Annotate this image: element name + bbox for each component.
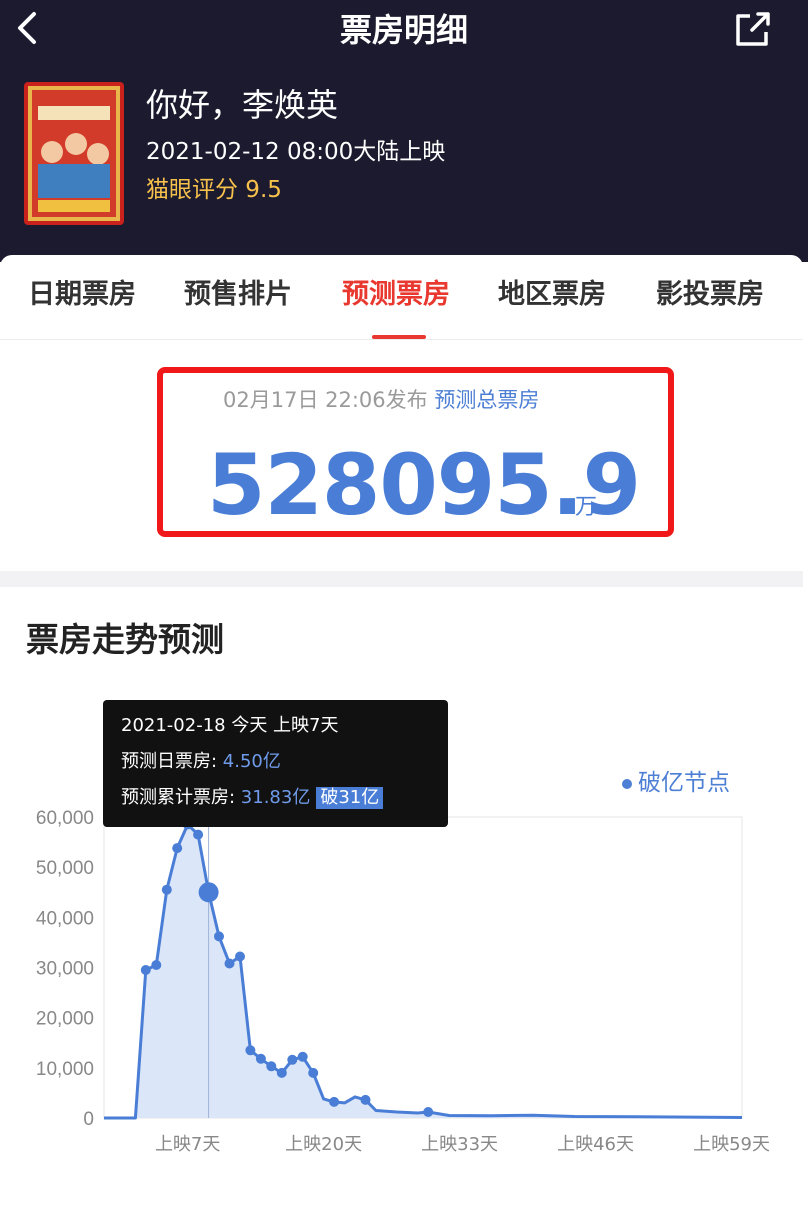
publish-time: 02月17日 22:06发布	[223, 388, 428, 412]
tooltip-daily: 预测日票房: 4.50亿	[121, 750, 281, 774]
data-point	[276, 1067, 287, 1078]
data-point	[255, 1053, 266, 1064]
data-point	[245, 1045, 256, 1056]
y-tick-label: 10,000	[36, 1059, 94, 1080]
tooltip-badge: 破31亿	[316, 787, 384, 809]
x-tick-label: 上映20天	[285, 1134, 362, 1155]
forecast-total-link[interactable]: 预测总票房	[434, 388, 539, 412]
tab-daily-box-office[interactable]: 日期票房	[28, 277, 136, 313]
tooltip-date: 2021-02-18 今天 上映7天	[121, 715, 339, 736]
data-point	[266, 1061, 277, 1072]
rating: 猫眼评分 9.5	[146, 177, 282, 203]
tooltip-cum-label: 预测累计票房:	[121, 787, 241, 808]
series-area	[104, 824, 742, 1118]
data-point	[287, 1054, 298, 1065]
tooltip-daily-value: 4.50亿	[222, 751, 281, 772]
y-tick-label: 40,000	[36, 908, 94, 929]
tab-forecast[interactable]: 预测票房	[342, 277, 450, 313]
legend-dot-icon	[622, 778, 632, 789]
share-external-icon[interactable]	[730, 8, 774, 48]
section-divider	[0, 571, 803, 587]
chart-tooltip: 2021-02-18 今天 上映7天 预测日票房: 4.50亿 预测累计票房: …	[103, 700, 448, 827]
trend-title: 票房走势预测	[26, 620, 224, 659]
header: 票房明细 你好，李焕英 2021-02-12 08:00大陆上映 猫眼评分 9.…	[0, 0, 808, 262]
data-point	[224, 958, 235, 969]
publish-line: 02月17日 22:06发布 预测总票房	[223, 385, 539, 415]
data-point	[198, 882, 219, 903]
tooltip-daily-label: 预测日票房:	[121, 751, 223, 772]
data-point	[297, 1051, 308, 1062]
y-tick-label: 60,000	[36, 808, 94, 829]
tab-region[interactable]: 地区票房	[498, 277, 606, 313]
forecast-highlight-box: 02月17日 22:06发布 预测总票房 528095.9 万	[157, 367, 674, 537]
release-date: 2021-02-12 08:00大陆上映	[146, 139, 446, 165]
tab-presale[interactable]: 预售排片	[184, 277, 292, 313]
data-point	[235, 951, 245, 962]
data-point	[151, 960, 162, 970]
forecast-unit: 万	[575, 495, 598, 520]
data-point	[161, 884, 172, 895]
data-point	[140, 965, 151, 975]
data-point	[360, 1094, 371, 1105]
trend-chart[interactable]: 60,000 50,000 40,000 30,000 20,000 10,000 0 上映7…	[0, 795, 803, 1175]
data-point	[193, 829, 204, 840]
y-tick-label: 0	[83, 1109, 94, 1130]
x-tick-label: 上映33天	[421, 1134, 498, 1155]
tab-investor[interactable]: 影投票房	[656, 277, 764, 313]
x-tick-label: 上映7天	[155, 1134, 220, 1155]
x-tick-label: 上映46天	[557, 1134, 634, 1155]
y-tick-label: 30,000	[36, 959, 94, 980]
data-point	[329, 1096, 340, 1107]
tab-bar: 日期票房 预售排片 预测票房 地区票房 影投票房	[0, 255, 803, 340]
data-point	[172, 843, 183, 854]
x-tick-label: 上映59天	[693, 1134, 770, 1155]
movie-name: 你好，李焕英	[146, 86, 339, 124]
y-tick-label: 50,000	[36, 858, 94, 879]
active-tab-indicator	[372, 335, 426, 339]
content-card: 日期票房 预售排片 预测票房 地区票房 影投票房 02月17日 22:06发布 …	[0, 255, 803, 1207]
legend-label: 破亿节点	[638, 770, 730, 796]
data-point	[308, 1067, 319, 1078]
data-point	[423, 1107, 434, 1117]
data-point	[214, 931, 224, 942]
tooltip-cumulative: 预测累计票房: 31.83亿 破31亿	[121, 786, 384, 810]
y-tick-label: 20,000	[36, 1009, 94, 1030]
page-title: 票房明细	[339, 11, 468, 49]
movie-poster[interactable]	[24, 82, 124, 225]
tooltip-cum-value: 31.83亿	[240, 787, 311, 808]
